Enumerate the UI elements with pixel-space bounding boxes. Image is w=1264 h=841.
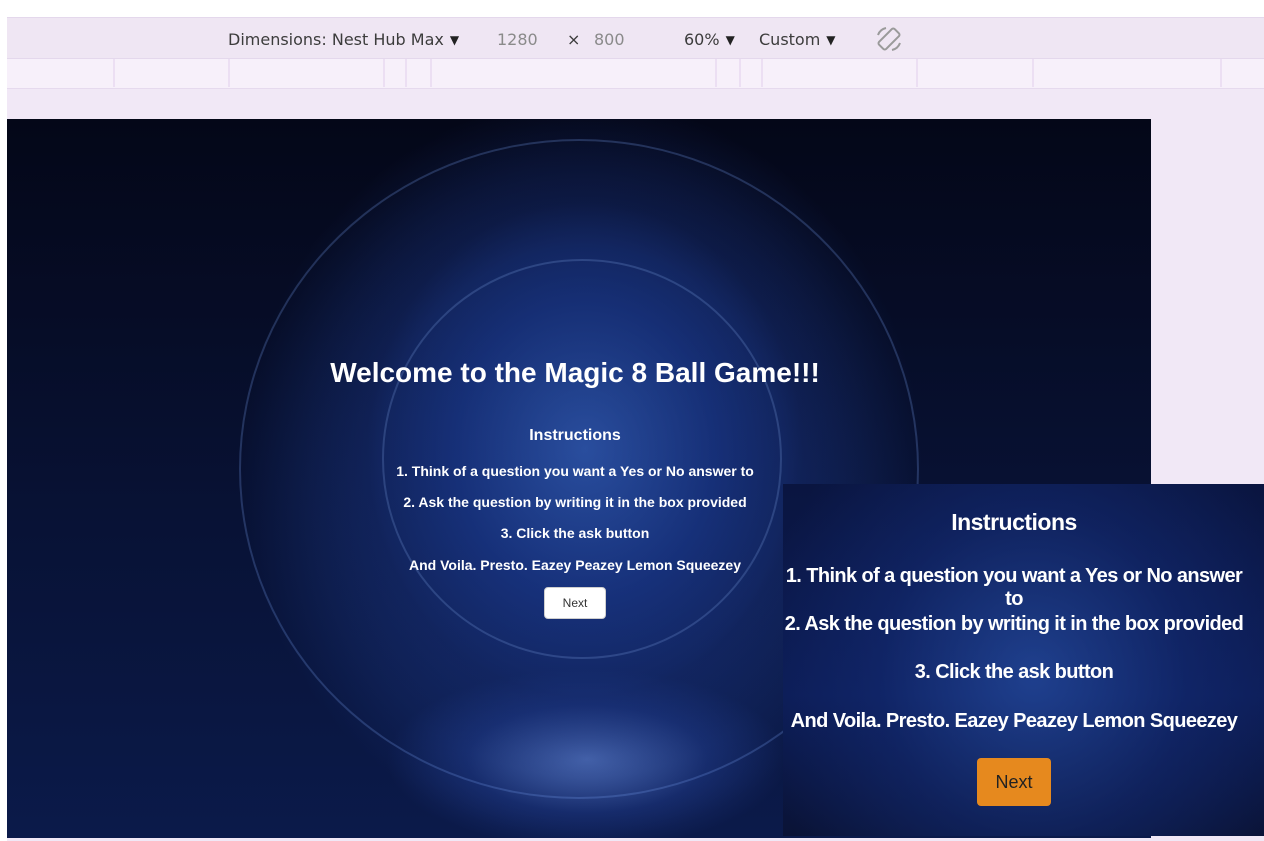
width-input[interactable]: 1280: [497, 30, 538, 50]
ruler-tick[interactable]: [383, 59, 385, 87]
ruler-tick[interactable]: [1220, 59, 1222, 87]
device-toolbar: Dimensions: Nest Hub Max ▼ 1280 × 800 60%…: [7, 17, 1264, 59]
ruler-tick[interactable]: [1032, 59, 1034, 87]
zoom-label: 60%: [684, 30, 720, 49]
ruler-tick[interactable]: [113, 59, 115, 87]
ruler-tick[interactable]: [715, 59, 717, 87]
zoom-dropdown[interactable]: 60% ▼: [684, 30, 735, 50]
ruler-tick[interactable]: [430, 59, 432, 87]
instruction-step-1: 1. Think of a question you want a Yes or…: [396, 463, 754, 479]
next-button[interactable]: Next: [544, 587, 606, 619]
ruler-tick[interactable]: [916, 59, 918, 87]
zoomed-step-1: 1. Think of a question you want a Yes or…: [785, 565, 1243, 610]
zoom-caret-icon: ▼: [725, 33, 735, 47]
dimensions-dropdown[interactable]: Dimensions: Nest Hub Max ▼: [228, 30, 459, 50]
rotate-icon[interactable]: [873, 24, 905, 54]
zoomed-instructions-heading: Instructions: [951, 509, 1077, 535]
zoomed-step-2: 2. Ask the question by writing it in the…: [784, 613, 1244, 635]
height-input[interactable]: 800: [594, 30, 625, 50]
page-title: Welcome to the Magic 8 Ball Game!!!: [330, 357, 820, 388]
throttle-label: Custom: [759, 30, 821, 49]
dimensions-label: Dimensions: Nest Hub Max: [228, 30, 444, 49]
zoomed-closing: And Voila. Presto. Eazey Peazey Lemon Sq…: [790, 710, 1238, 732]
dimension-separator: ×: [567, 30, 581, 49]
dimensions-caret-icon: ▼: [449, 33, 460, 47]
throttle-dropdown[interactable]: Custom ▼: [759, 30, 836, 50]
ruler-tick[interactable]: [739, 59, 741, 87]
media-query-ruler: [7, 59, 1264, 89]
ruler-tick[interactable]: [761, 59, 763, 87]
ruler-tick[interactable]: [228, 59, 230, 87]
top-strip: [0, 0, 1264, 17]
ruler-tick[interactable]: [405, 59, 407, 87]
instructions-heading: Instructions: [529, 427, 621, 444]
throttle-caret-icon: ▼: [826, 33, 836, 47]
zoomed-instructions-panel: Instructions 1. Think of a question you …: [783, 484, 1264, 836]
zoomed-next-button[interactable]: Next: [977, 758, 1051, 806]
zoomed-step-3: 3. Click the ask button: [914, 661, 1114, 683]
